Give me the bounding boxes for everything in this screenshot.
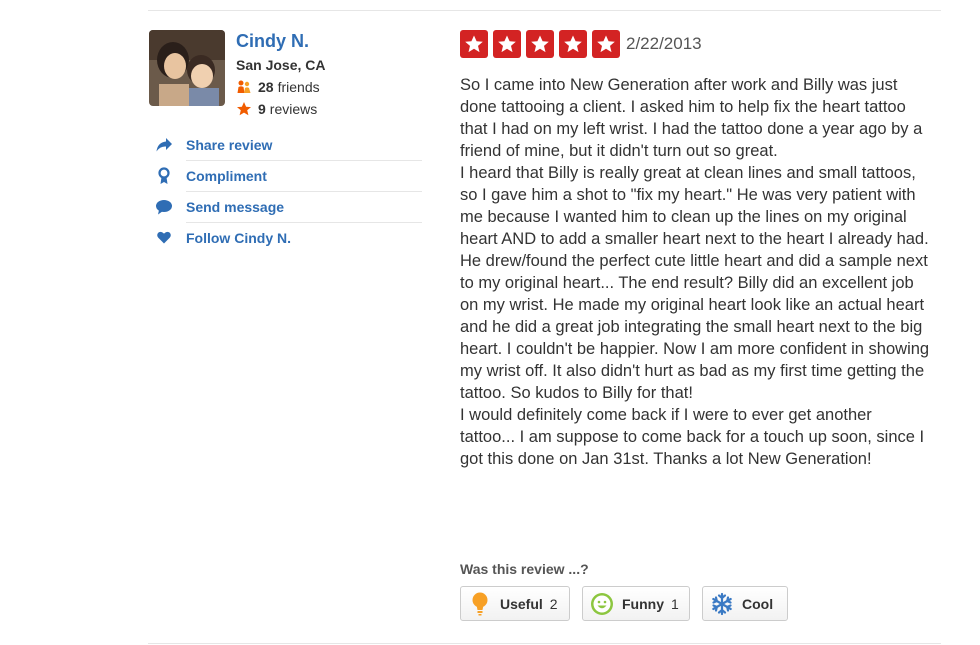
ribbon-icon bbox=[154, 166, 174, 186]
vote-question: Was this review ...? bbox=[460, 561, 589, 577]
top-divider bbox=[148, 10, 941, 11]
review-paragraph: I heard that Billy is really great at cl… bbox=[460, 164, 930, 402]
rating-star-icon bbox=[592, 30, 620, 58]
review-paragraph: So I came into New Generation after work… bbox=[460, 76, 923, 160]
funny-button[interactable]: Funny 1 bbox=[582, 586, 690, 621]
lightbulb-icon bbox=[468, 592, 492, 616]
review-body: So I came into New Generation after work… bbox=[460, 74, 930, 470]
rating-star-icon bbox=[526, 30, 554, 58]
follow-user-label: Follow Cindy N. bbox=[186, 229, 291, 246]
user-name-link[interactable]: Cindy N. bbox=[236, 31, 309, 52]
vote-buttons: Useful 2 Funny 1 Cool bbox=[460, 586, 800, 621]
review-date: 2/22/2013 bbox=[626, 34, 702, 53]
send-message-label: Send message bbox=[186, 198, 285, 215]
reviews-count: 9 bbox=[258, 101, 266, 117]
user-avatar[interactable] bbox=[149, 30, 225, 106]
snowflake-icon bbox=[710, 592, 734, 616]
friends-stat: 28 friends bbox=[236, 79, 320, 95]
rating-star-icon bbox=[493, 30, 521, 58]
review-paragraph: I would definitely come back if I were t… bbox=[460, 406, 925, 468]
cool-button[interactable]: Cool bbox=[702, 586, 788, 621]
share-review-label: Share review bbox=[186, 136, 273, 153]
compliment-button[interactable]: Compliment bbox=[152, 160, 422, 192]
smiley-icon bbox=[590, 592, 614, 616]
follow-user-button[interactable]: Follow Cindy N. bbox=[152, 222, 422, 253]
funny-count: 1 bbox=[671, 595, 679, 612]
send-message-button[interactable]: Send message bbox=[152, 191, 422, 223]
review-actions: Share review Compliment Send message Fol… bbox=[152, 129, 422, 253]
reviews-label: reviews bbox=[269, 101, 318, 117]
rating-star-icon bbox=[559, 30, 587, 58]
share-arrow-icon bbox=[154, 135, 174, 155]
friends-label: friends bbox=[277, 79, 320, 95]
bottom-divider bbox=[148, 643, 941, 644]
share-review-button[interactable]: Share review bbox=[152, 129, 422, 161]
star-icon bbox=[236, 101, 252, 117]
rating-star-icon bbox=[460, 30, 488, 58]
reviews-stat: 9 reviews bbox=[236, 101, 317, 117]
avatar-photo bbox=[149, 30, 225, 106]
heart-icon bbox=[154, 228, 174, 248]
friends-count: 28 bbox=[258, 79, 274, 95]
star-rating bbox=[460, 30, 625, 58]
user-location: San Jose, CA bbox=[236, 57, 326, 73]
cool-label: Cool bbox=[742, 595, 774, 612]
compliment-label: Compliment bbox=[186, 167, 267, 184]
speech-bubble-icon bbox=[154, 197, 174, 217]
friends-icon bbox=[236, 79, 252, 95]
funny-label: Funny bbox=[622, 595, 664, 612]
useful-button[interactable]: Useful 2 bbox=[460, 586, 570, 621]
useful-label: Useful bbox=[500, 595, 543, 612]
useful-count: 2 bbox=[549, 595, 558, 612]
